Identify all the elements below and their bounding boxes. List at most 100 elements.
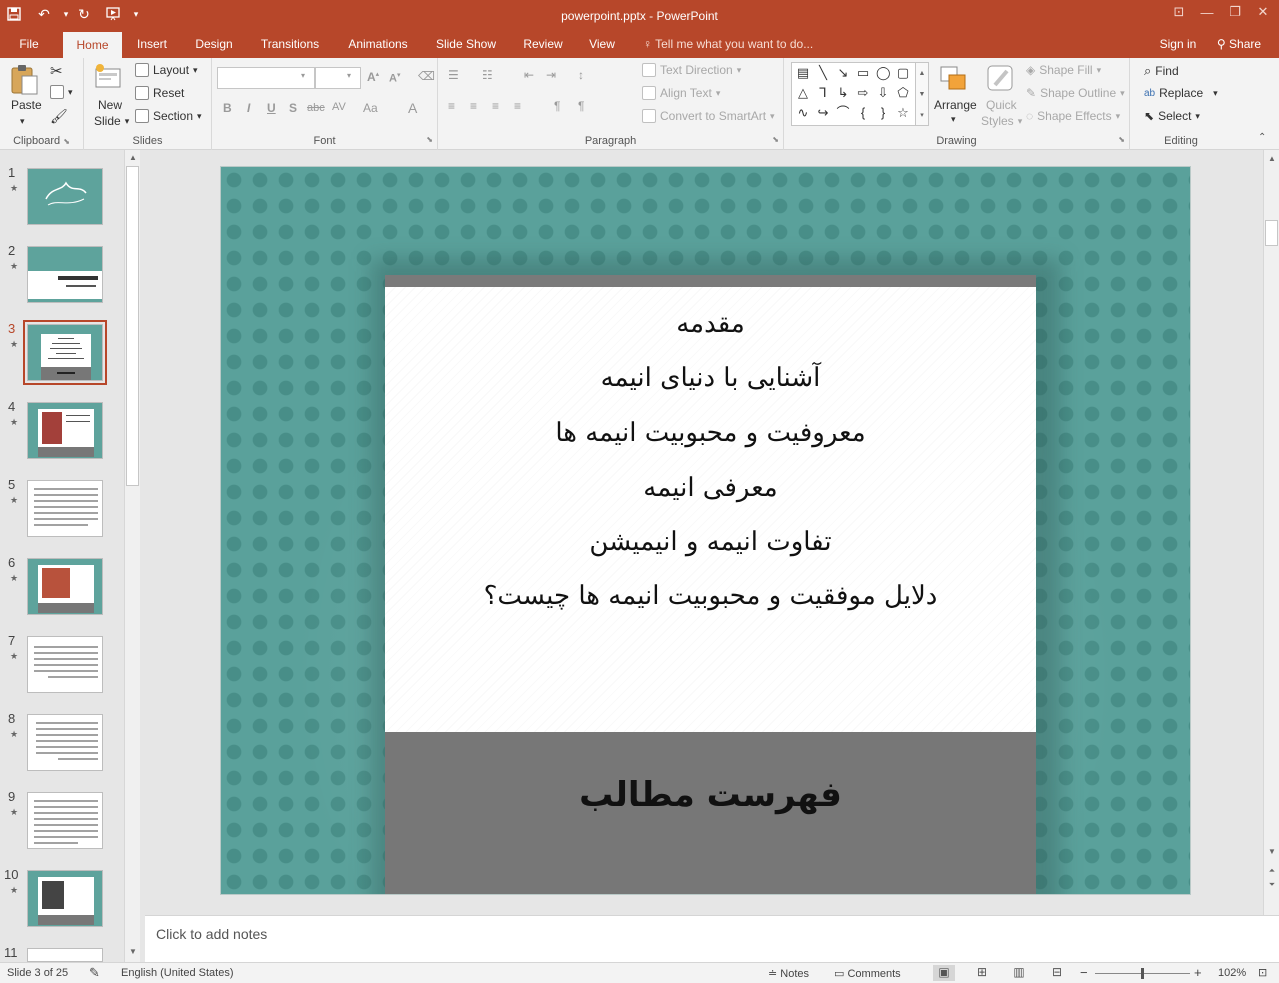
- quick-styles-label-1[interactable]: Quick: [986, 98, 1017, 112]
- tab-view[interactable]: View: [580, 32, 624, 58]
- text-direction-button[interactable]: Text Direction ▾: [642, 63, 741, 77]
- slideshow-view-icon[interactable]: ⊟: [1046, 965, 1068, 981]
- rtl-icon[interactable]: ¶: [554, 99, 560, 113]
- tell-me-search[interactable]: ♀ Tell me what you want to do...: [643, 32, 813, 58]
- change-case-button[interactable]: Aa: [363, 101, 378, 115]
- grow-font-icon[interactable]: A▴: [367, 70, 379, 84]
- textbox-shape-icon[interactable]: ▤: [796, 66, 810, 80]
- comments-toggle[interactable]: ▭ Comments: [834, 967, 901, 980]
- curve-shape-icon[interactable]: ∿: [796, 106, 810, 120]
- elbow-connector-icon[interactable]: ⅂: [816, 86, 830, 100]
- tab-file[interactable]: File: [6, 32, 52, 58]
- strikethrough-button[interactable]: abc: [307, 102, 325, 114]
- shapes-gallery-scroll[interactable]: ▲ ▼ ▾: [915, 62, 929, 126]
- zoom-level[interactable]: 102%: [1218, 967, 1246, 979]
- underline-button[interactable]: U: [267, 101, 276, 115]
- thumbnails-scrollbar[interactable]: ▲ ▼: [124, 150, 140, 962]
- down-arrow-shape-icon[interactable]: ⇩: [876, 86, 890, 100]
- scroll-down-icon[interactable]: ▼: [126, 947, 140, 956]
- align-right-icon[interactable]: ≡: [492, 99, 499, 113]
- shrink-font-icon[interactable]: A▾: [389, 71, 400, 85]
- sign-in-link[interactable]: Sign in: [1152, 32, 1204, 58]
- language-indicator[interactable]: English (United States): [121, 967, 234, 979]
- notes-pane[interactable]: Click to add notes: [145, 915, 1279, 962]
- new-slide-label-1[interactable]: New: [98, 98, 122, 112]
- character-spacing-button[interactable]: AV: [332, 101, 346, 113]
- slide-thumbnail-10[interactable]: [27, 870, 103, 927]
- numbering-icon[interactable]: ☷: [482, 68, 493, 82]
- slide-thumbnail-8[interactable]: [27, 714, 103, 771]
- previous-slide-icon[interactable]: ⏶: [1265, 866, 1279, 876]
- font-name-dropdown-icon[interactable]: ▾: [301, 71, 305, 80]
- ltr-icon[interactable]: ¶: [578, 99, 584, 113]
- new-slide-button[interactable]: Slide ▾: [94, 114, 129, 128]
- content-placeholder[interactable]: [385, 287, 1036, 732]
- convert-smartart-button[interactable]: Convert to SmartArt ▾: [642, 109, 775, 123]
- bullets-icon[interactable]: ☰: [448, 68, 459, 82]
- shapes-gallery[interactable]: ▤ ╲ ↘ ▭ ◯ ▢ △ ⅂ ↳ ⇨ ⇩ ⬠ ∿ ↪ ⌒ { } ☆: [791, 62, 921, 126]
- tab-review[interactable]: Review: [514, 32, 572, 58]
- align-left-icon[interactable]: ≡: [448, 99, 455, 113]
- paste-button[interactable]: Paste: [11, 98, 42, 112]
- slide-thumbnail-7[interactable]: [27, 636, 103, 693]
- slide-thumbnail-2[interactable]: [27, 246, 103, 303]
- scroll-down-icon[interactable]: ▼: [1265, 847, 1279, 856]
- collapse-ribbon-icon[interactable]: ⌃: [1258, 132, 1266, 143]
- elbow-arrow-icon[interactable]: ↳: [836, 86, 850, 100]
- section-button[interactable]: Section ▾: [135, 109, 202, 123]
- slide-thumbnail-5[interactable]: [27, 480, 103, 537]
- zoom-in-icon[interactable]: +: [1194, 965, 1202, 980]
- right-brace-icon[interactable]: }: [876, 106, 890, 120]
- slide-title[interactable]: فهرست مطالب: [385, 775, 1036, 815]
- oval-shape-icon[interactable]: ◯: [876, 66, 891, 80]
- freeform-shape-icon[interactable]: ⌒: [836, 106, 850, 120]
- restore-icon[interactable]: ❐: [1221, 2, 1249, 22]
- quick-styles-icon[interactable]: [985, 63, 1017, 95]
- triangle-shape-icon[interactable]: △: [796, 86, 810, 100]
- pentagon-shape-icon[interactable]: ⬠: [896, 86, 910, 100]
- find-button[interactable]: ⌕ Find: [1144, 63, 1179, 79]
- tab-slide-show[interactable]: Slide Show: [428, 32, 504, 58]
- decrease-indent-icon[interactable]: ⇤: [524, 68, 534, 82]
- shape-effects-button[interactable]: ◌ Shape Effects ▾: [1026, 109, 1120, 123]
- layout-button[interactable]: Layout ▾: [135, 63, 198, 77]
- zoom-slider-thumb[interactable]: [1141, 968, 1144, 979]
- slide-thumbnail-6[interactable]: [27, 558, 103, 615]
- thumbnails-scroll-thumb[interactable]: [126, 166, 139, 486]
- clear-formatting-icon[interactable]: ⌫: [418, 69, 435, 83]
- slide-thumbnail-1[interactable]: [27, 168, 103, 225]
- scroll-up-icon[interactable]: ▲: [126, 153, 140, 162]
- rounded-rect-shape-icon[interactable]: ▢: [896, 66, 910, 80]
- slide-scrollbar[interactable]: ▲ ▼ ⏶ ⏷: [1263, 150, 1279, 915]
- rectangle-shape-icon[interactable]: ▭: [856, 66, 870, 80]
- align-text-button[interactable]: Align Text ▾: [642, 86, 720, 100]
- line-shape-icon[interactable]: ╲: [816, 66, 830, 80]
- increase-indent-icon[interactable]: ⇥: [546, 68, 556, 82]
- font-size-dropdown-icon[interactable]: ▾: [347, 71, 351, 80]
- slide-thumbnail-4[interactable]: [27, 402, 103, 459]
- share-button[interactable]: ⚲ Share: [1206, 32, 1272, 58]
- font-color-button[interactable]: A: [408, 100, 417, 116]
- star-shape-icon[interactable]: ☆: [896, 106, 910, 120]
- reading-view-icon[interactable]: ▥: [1008, 965, 1030, 981]
- cut-icon[interactable]: ✂: [50, 62, 63, 80]
- select-button[interactable]: ⬉ Select ▾: [1144, 109, 1200, 123]
- curved-arrow-icon[interactable]: ↪: [816, 106, 830, 120]
- slide-canvas[interactable]: مقدمه آشنایی با دنیای انیمه معروفیت و مح…: [220, 166, 1191, 895]
- paste-icon[interactable]: [9, 63, 41, 95]
- slide-scroll-thumb[interactable]: [1265, 220, 1278, 246]
- slide-thumbnail-9[interactable]: [27, 792, 103, 849]
- tab-design[interactable]: Design: [186, 32, 242, 58]
- arrange-icon[interactable]: [939, 65, 971, 97]
- new-slide-icon[interactable]: [94, 62, 126, 94]
- fit-to-window-icon[interactable]: ⊡: [1258, 966, 1267, 979]
- paste-dropdown-icon[interactable]: ▾: [20, 116, 25, 127]
- zoom-out-icon[interactable]: −: [1080, 965, 1088, 980]
- close-icon[interactable]: ✕: [1249, 2, 1277, 22]
- arrow-shape-icon[interactable]: ↘: [836, 66, 850, 80]
- tab-insert[interactable]: Insert: [126, 32, 178, 58]
- notes-toggle[interactable]: ≐ Notes: [768, 967, 809, 980]
- arrange-button[interactable]: Arrange: [934, 98, 977, 112]
- reset-button[interactable]: Reset: [135, 86, 184, 100]
- text-shadow-button[interactable]: S: [289, 101, 297, 115]
